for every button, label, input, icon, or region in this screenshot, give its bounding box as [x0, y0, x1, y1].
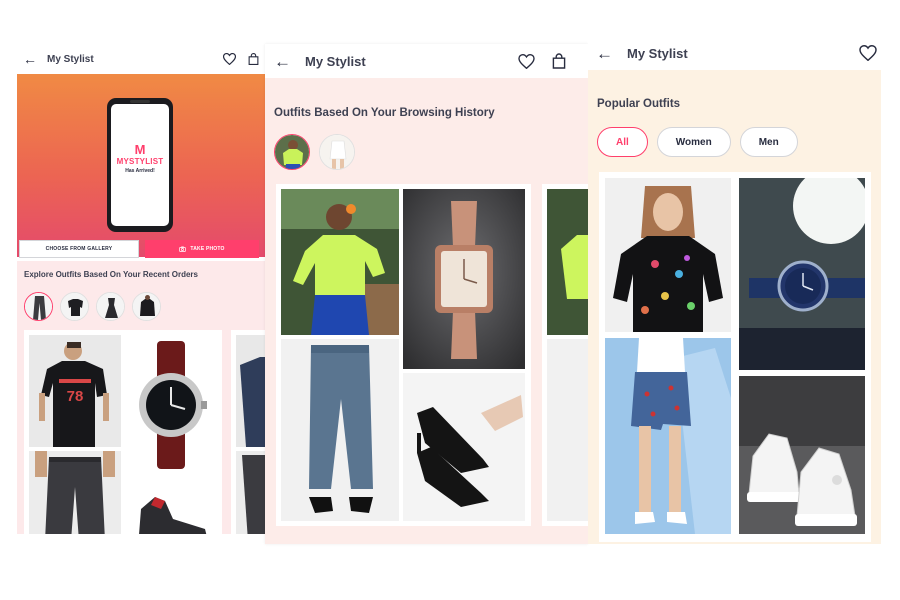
product-watch-image[interactable]	[125, 335, 217, 475]
phone-notch	[130, 100, 150, 103]
order-thumbnail-top[interactable]	[60, 292, 89, 321]
product-partial-image-2[interactable]	[547, 339, 588, 521]
product-denim-shorts-image[interactable]	[605, 338, 731, 534]
back-arrow-icon[interactable]: ←	[23, 52, 37, 66]
hero-tagline: Has Arrived!	[125, 168, 155, 174]
product-printed-top-image[interactable]	[605, 178, 731, 332]
outfit-card-next[interactable]	[542, 184, 588, 526]
chip-men[interactable]: Men	[739, 127, 798, 157]
browsed-thumbnail-white-skirt[interactable]	[319, 134, 355, 170]
product-partial-image[interactable]	[547, 189, 588, 335]
page-title: My Stylist	[627, 45, 688, 61]
camera-icon	[179, 246, 187, 252]
take-photo-label: TAKE PHOTO	[190, 246, 225, 252]
browsing-history-section: Outfits Based On Your Browsing History	[265, 78, 588, 544]
wishlist-heart-icon[interactable]	[223, 53, 236, 65]
take-photo-button[interactable]: TAKE PHOTO	[145, 240, 259, 258]
stage: ← My Stylist M MYSTYLIST Has Arrived! CH…	[0, 0, 900, 600]
screen-my-stylist-home: ← My Stylist M MYSTYLIST Has Arrived! CH…	[17, 44, 265, 534]
mystylist-hero-banner: M MYSTYLIST Has Arrived!	[17, 74, 265, 257]
phone-screen: M MYSTYLIST Has Arrived!	[111, 104, 169, 226]
order-thumbnail-jeans[interactable]	[24, 292, 53, 321]
app-header: ← My Stylist	[588, 36, 881, 70]
shopping-bag-icon[interactable]	[552, 53, 566, 69]
recent-orders-section: Explore Outfits Based On Your Recent Ord…	[17, 261, 265, 534]
screen-popular-outfits: ← My Stylist Popular Outfits All Women M…	[588, 36, 881, 544]
product-jeans-image[interactable]	[29, 451, 121, 534]
chip-all[interactable]: All	[597, 127, 648, 157]
order-thumbnail-dress[interactable]	[96, 292, 125, 321]
screen-browsing-history: ← My Stylist Outfits Based On Your Brows…	[265, 44, 588, 544]
outfit-card[interactable]	[276, 184, 531, 526]
page-title: My Stylist	[305, 53, 366, 69]
app-header: ← My Stylist	[17, 44, 265, 74]
section-title: Popular Outfits	[597, 98, 681, 110]
wishlist-heart-icon[interactable]	[859, 45, 877, 61]
myntra-logo-mark: M	[134, 142, 146, 157]
section-title: Outfits Based On Your Browsing History	[274, 107, 495, 119]
choose-from-gallery-button[interactable]: CHOOSE FROM GALLERY	[19, 240, 139, 258]
product-blue-watch-image[interactable]	[739, 178, 865, 370]
svg-text:78: 78	[67, 388, 84, 405]
product-partial-image[interactable]	[236, 335, 265, 447]
page-title: My Stylist	[47, 53, 94, 65]
product-mom-jeans-image[interactable]	[281, 339, 399, 521]
product-gold-watch-image[interactable]	[403, 189, 525, 369]
outfit-card-next[interactable]	[231, 330, 265, 534]
order-thumbnail-jacket[interactable]	[132, 292, 161, 321]
recent-order-thumbnails	[24, 292, 161, 321]
back-arrow-icon[interactable]: ←	[274, 53, 291, 70]
product-tshirt-image[interactable]: 78	[29, 335, 121, 447]
product-white-sneakers-image[interactable]	[739, 376, 865, 534]
product-sneaker-image[interactable]	[125, 479, 217, 534]
wishlist-heart-icon[interactable]	[518, 53, 535, 69]
outfit-card[interactable]	[599, 172, 871, 542]
section-title: Explore Outfits Based On Your Recent Ord…	[24, 270, 198, 279]
app-header: ← My Stylist	[265, 44, 588, 78]
product-partial-image-2[interactable]	[236, 451, 265, 534]
browsed-product-thumbnails	[274, 134, 355, 170]
phone-illustration: M MYSTYLIST Has Arrived!	[107, 98, 173, 232]
back-arrow-icon[interactable]: ←	[596, 45, 613, 62]
shopping-bag-icon[interactable]	[248, 53, 259, 65]
outfit-card[interactable]: 78	[24, 330, 222, 534]
chip-women[interactable]: Women	[656, 127, 731, 157]
product-neon-shirt-image[interactable]	[281, 189, 399, 335]
mystylist-logo: MYSTYLIST	[116, 157, 164, 166]
browsed-thumbnail-neon-top[interactable]	[274, 134, 310, 170]
gender-filter-chips: All Women Men	[597, 127, 798, 157]
product-black-heels-image[interactable]	[403, 373, 525, 521]
